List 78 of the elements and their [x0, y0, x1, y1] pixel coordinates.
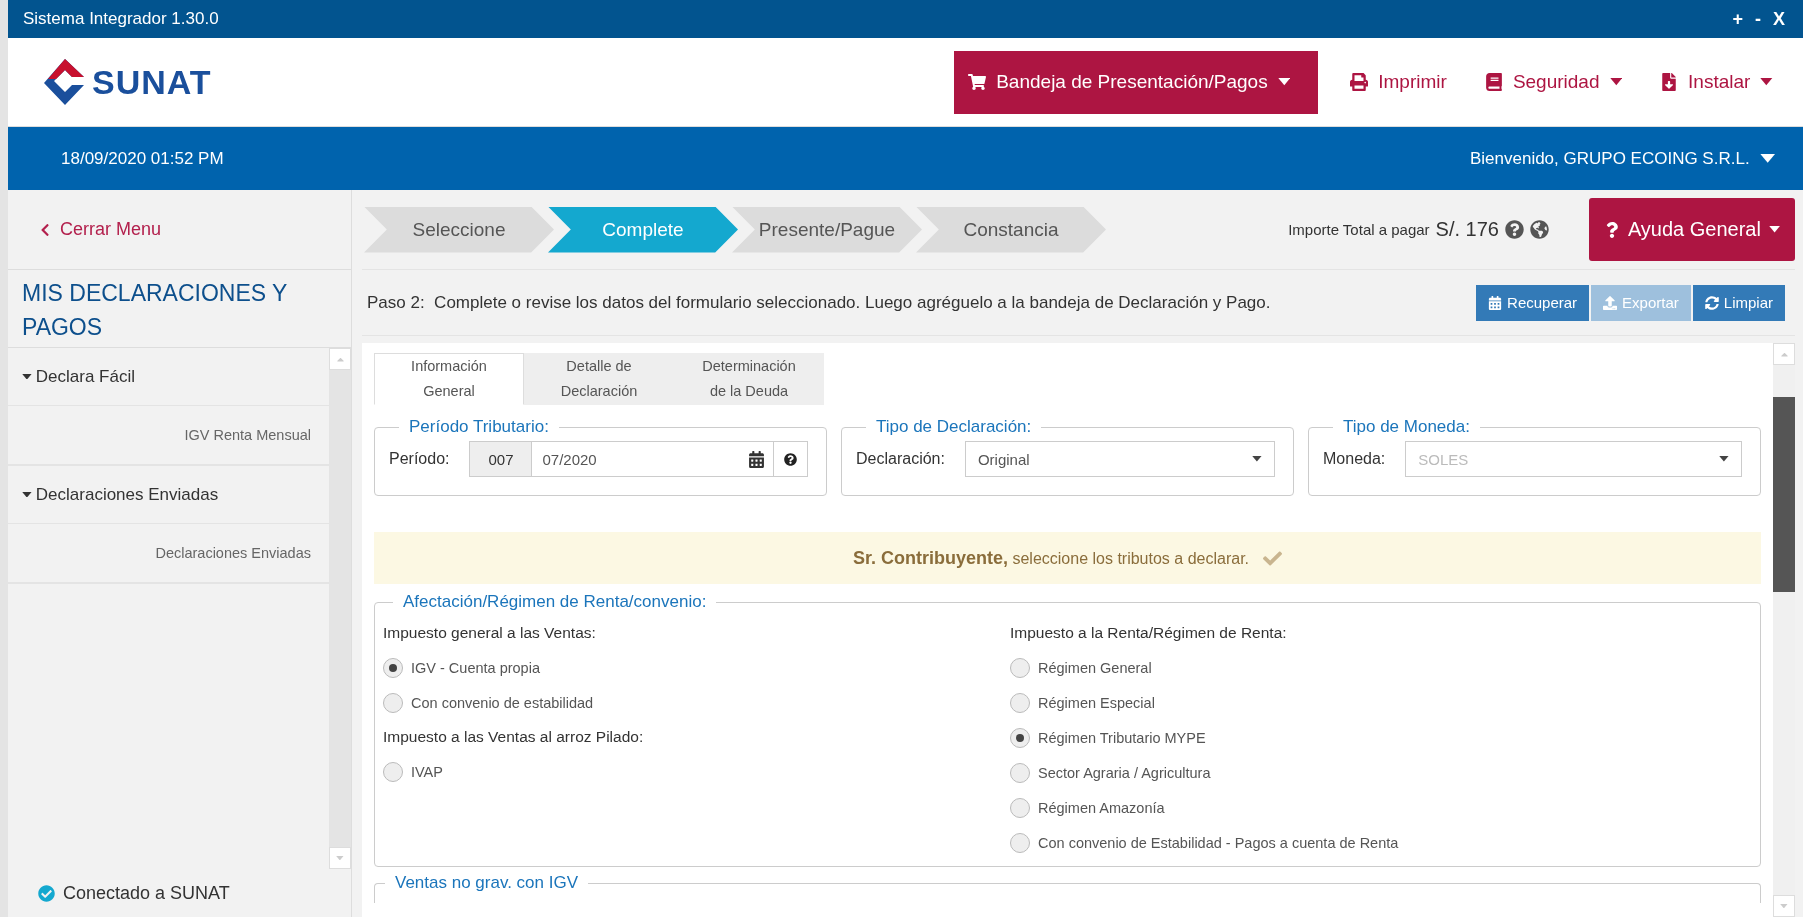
- window-control[interactable]: -: [1749, 8, 1767, 30]
- logo-text: SUNAT: [92, 62, 212, 102]
- menu-button[interactable]: Imprimir: [1350, 71, 1447, 93]
- close-menu-link[interactable]: Cerrar Menu: [8, 190, 351, 270]
- sidebar-title: MIS DECLARACIONES Y PAGOS: [21, 279, 288, 342]
- menu-button[interactable]: Instalar: [1660, 71, 1773, 93]
- radio-icon[interactable]: [1010, 727, 1030, 748]
- window-control[interactable]: +: [1726, 8, 1749, 30]
- radio-option[interactable]: IGV - Cuenta propia: [383, 650, 1010, 685]
- caret-icon: [22, 373, 32, 380]
- fieldset-legend: Afectación/Régimen de Renta/convenio:: [393, 592, 717, 612]
- form-tab[interactable]: Información General: [374, 353, 524, 405]
- total-label: Importe Total a pagar: [1288, 221, 1430, 238]
- calendar-icon: [1488, 295, 1503, 310]
- scrollbar[interactable]: [1773, 343, 1795, 917]
- scrollbar[interactable]: [329, 348, 351, 869]
- help-icon[interactable]: [1505, 220, 1524, 239]
- radio-option[interactable]: Con convenio de estabilidad: [383, 685, 1010, 720]
- select-field[interactable]: Original: [964, 441, 1275, 477]
- user-menu[interactable]: Bienvenido, GRUPO ECOING S.R.L.: [1463, 147, 1781, 170]
- radio-icon[interactable]: [383, 761, 403, 782]
- caret-icon: [1252, 456, 1262, 462]
- wizard-step[interactable]: Constancia: [916, 206, 1106, 253]
- caret-icon: [1719, 456, 1729, 462]
- wizard-step[interactable]: Presente/Pague: [732, 206, 922, 253]
- scroll-down-icon[interactable]: [336, 855, 344, 861]
- group-heading: Impuesto general a las Ventas:: [383, 623, 597, 643]
- radio-option[interactable]: Con convenio de Estabilidad - Pagos a cuenta de Renta: [1010, 825, 1752, 860]
- printer-icon: [1350, 73, 1369, 91]
- form-tab[interactable]: Determinación de la Deuda: [674, 353, 824, 405]
- notice-text: Sr. Contribuyente, seleccione los tributos a declarar.: [852, 547, 1249, 569]
- scroll-thumb[interactable]: [1773, 397, 1795, 592]
- radio-icon[interactable]: [1010, 692, 1030, 713]
- caret-icon: [1768, 226, 1781, 233]
- field-label: Moneda:: [1323, 450, 1386, 468]
- date-time: 18/09/2020 01:52 PM: [61, 148, 224, 169]
- upload-icon: [1603, 295, 1618, 310]
- radio-icon[interactable]: [383, 657, 403, 678]
- radio-option[interactable]: Régimen General: [1010, 650, 1752, 685]
- radio-option[interactable]: Régimen Tributario MYPE: [1010, 720, 1752, 755]
- help-button[interactable]: Ayuda General: [1589, 198, 1795, 261]
- step-instruction: Paso 2: Complete o revise los datos del formulario seleccionado. Luego agréguelo a la bandeja de Declaración y Pago.: [367, 292, 1271, 313]
- radio-icon[interactable]: [1010, 762, 1030, 783]
- window-control[interactable]: X: [1767, 8, 1791, 30]
- radio-option[interactable]: Régimen Amazonía: [1010, 790, 1752, 825]
- refresh-icon: [1704, 295, 1719, 310]
- form-tab[interactable]: Detalle de Declaración: [524, 353, 674, 405]
- radio-option[interactable]: IVAP: [383, 754, 1010, 789]
- toolbar-button[interactable]: Recuperar: [1476, 284, 1590, 321]
- fieldset-legend: Tipo de Declaración:: [866, 417, 1042, 437]
- window-title: Sistema Integrador 1.30.0: [23, 9, 219, 29]
- radio-option[interactable]: Régimen Especial: [1010, 685, 1752, 720]
- radio-option[interactable]: Sector Agraria / Agricultura: [1010, 755, 1752, 790]
- radio-icon[interactable]: [1010, 657, 1030, 678]
- caret-icon: [22, 491, 32, 498]
- group-heading: Impuesto a las Ventas al arroz Pilado:: [383, 727, 645, 747]
- globe-icon[interactable]: [1530, 220, 1549, 239]
- file-icon: [1660, 73, 1679, 91]
- cart-icon: [968, 73, 987, 91]
- fieldset-legend: Ventas no grav. con IGV: [385, 873, 588, 893]
- radio-icon[interactable]: [1010, 797, 1030, 818]
- menu-button[interactable]: Seguridad: [1484, 71, 1623, 93]
- fieldset-legend: Período Tributario:: [399, 417, 559, 437]
- fieldset-legend: Tipo de Moneda:: [1333, 417, 1480, 437]
- toolbar-button[interactable]: Limpiar: [1692, 284, 1785, 321]
- book-icon: [1484, 73, 1503, 91]
- caret-icon: [1759, 154, 1775, 163]
- menu-button[interactable]: Bandeja de Presentación/Pagos: [954, 50, 1319, 114]
- check-icon: [1263, 548, 1282, 568]
- field-label: Período:: [389, 450, 450, 468]
- wizard-step[interactable]: Seleccione: [364, 206, 554, 253]
- radio-icon[interactable]: [383, 692, 403, 713]
- group-heading: Impuesto a la Renta/Régimen de Renta:: [1010, 623, 1288, 643]
- scroll-down-icon[interactable]: [1780, 903, 1788, 909]
- connection-status: Conectado a SUNAT: [63, 882, 230, 904]
- field-label: Declaración:: [856, 450, 945, 468]
- radio-icon[interactable]: [1010, 832, 1030, 853]
- total-amount: S/. 176: [1435, 218, 1499, 241]
